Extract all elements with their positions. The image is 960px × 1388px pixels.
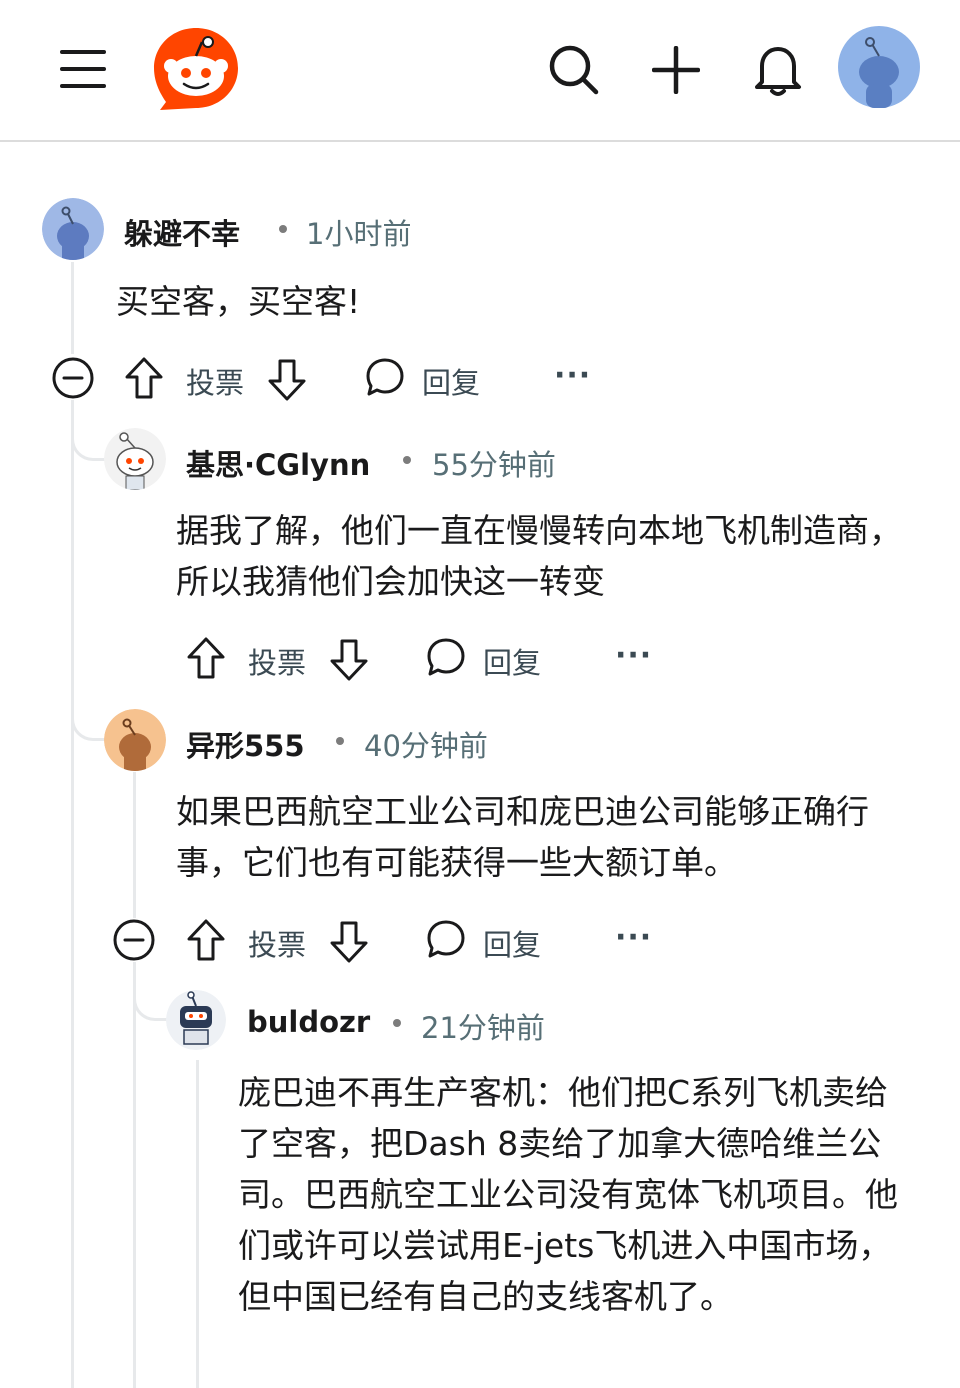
thread-line-level-1 [71,262,74,354]
vote-label: 投票 [248,646,307,680]
reply-icon[interactable] [425,918,467,960]
vote-label: 投票 [186,366,245,400]
comment-body: 庞巴迪不再生产客机：他们把C系列飞机卖给了空客，把Dash 8卖给了加拿大德哈维… [238,1073,898,1316]
collapse-icon[interactable] [51,356,95,400]
avatar[interactable] [42,198,104,260]
comment-body: 买空客，买空客! [116,282,361,321]
search-icon[interactable] [548,44,600,96]
comment-timestamp: 55分钟前 [432,448,556,482]
avatar[interactable] [104,428,166,490]
more-icon[interactable]: ··· [554,358,591,393]
vote-label: 投票 [248,928,307,962]
collapse-icon[interactable] [112,918,156,962]
reply-icon[interactable] [425,636,467,678]
thread-line-level-2 [133,962,136,1388]
downvote-icon[interactable] [329,638,369,682]
bell-icon[interactable] [752,42,804,98]
reply-label[interactable]: 回复 [483,640,541,682]
upvote-icon[interactable] [186,918,226,962]
upvote-icon[interactable] [124,356,164,400]
thread-line-level-1 [71,400,74,1388]
comment-timestamp: 1小时前 [306,217,412,251]
user-avatar-icon[interactable] [838,26,920,108]
comment-author[interactable]: 异形555 [186,723,305,765]
reply-label[interactable]: 回复 [422,360,480,402]
thread-line-level-3 [196,1060,199,1388]
meta-separator [279,225,287,233]
meta-separator [403,456,411,464]
meta-separator [336,737,344,745]
comment-body: 如果巴西航空工业公司和庞巴迪公司能够正确行事，它们也有可能获得一些大额订单。 [176,792,869,882]
reply-label[interactable]: 回复 [483,922,541,964]
downvote-icon[interactable] [329,920,369,964]
more-icon[interactable]: ··· [615,638,652,673]
menu-icon[interactable] [58,48,108,90]
comment-timestamp: 21分钟前 [421,1011,545,1045]
avatar[interactable] [104,709,166,771]
comment-body: 据我了解，他们一直在慢慢转向本地飞机制造商，所以我猜他们会加快这一转变 [176,511,902,601]
top-app-bar [0,0,960,142]
reply-icon[interactable] [364,356,406,398]
upvote-icon[interactable] [186,636,226,680]
meta-separator [393,1019,401,1027]
downvote-icon[interactable] [267,358,307,402]
comment-timestamp: 40分钟前 [364,729,488,763]
comment-author[interactable]: 躲避不幸 [124,211,240,253]
more-icon[interactable]: ··· [615,920,652,955]
reddit-logo-icon[interactable] [152,26,240,112]
plus-icon[interactable] [652,46,700,94]
thread-line-level-2 [133,772,136,918]
avatar[interactable] [166,990,226,1050]
comment-author[interactable]: 基思·CGlynn [186,442,370,484]
comment-author[interactable]: buldozr [247,1005,370,1039]
